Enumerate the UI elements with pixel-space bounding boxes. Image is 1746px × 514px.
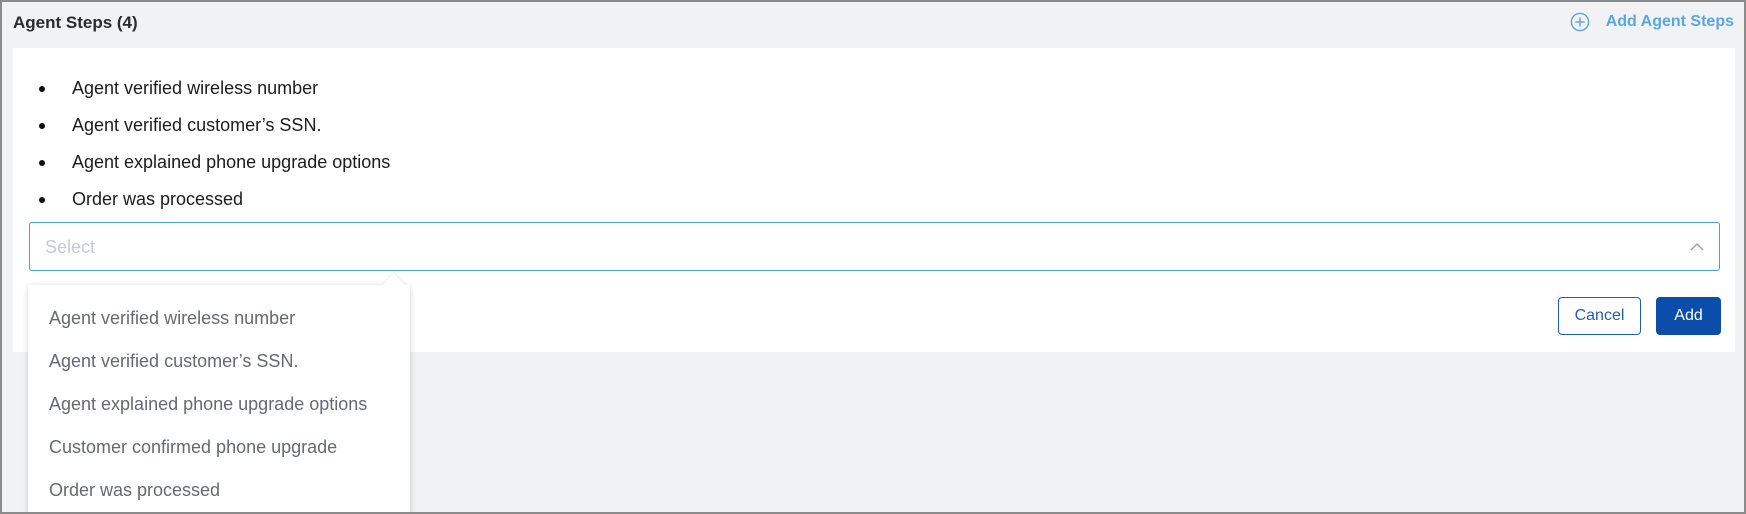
bullet-icon <box>39 196 45 203</box>
step-select[interactable]: Select <box>29 222 1720 271</box>
list-item: Agent explained phone upgrade options <box>37 144 390 181</box>
add-agent-steps-button[interactable]: Add Agent Steps <box>1570 12 1734 32</box>
step-label: Agent explained phone upgrade options <box>72 152 391 172</box>
step-label: Order was processed <box>72 189 244 209</box>
agent-steps-card: Agent Steps (4) Add Agent Steps Agent ve… <box>0 0 1746 514</box>
select-dropdown-menu: Agent verified wireless number Agent ver… <box>28 273 410 512</box>
select-placeholder: Select <box>45 237 96 257</box>
chevron-up-icon[interactable] <box>1687 237 1707 257</box>
dropdown-option[interactable]: Agent verified customer’s SSN. <box>28 340 410 383</box>
bullet-icon <box>39 122 45 129</box>
dropdown-option[interactable]: Agent explained phone upgrade options <box>28 383 410 426</box>
dropdown-option[interactable]: Customer confirmed phone upgrade <box>28 426 410 469</box>
bullet-icon <box>39 85 45 92</box>
steps-list: Agent verified wireless number Agent ver… <box>37 70 390 218</box>
add-button[interactable]: Add <box>1656 297 1721 335</box>
section-title: Agent Steps (4) <box>13 13 138 32</box>
step-label: Agent verified wireless number <box>72 78 319 98</box>
list-item: Agent verified customer’s SSN. <box>37 107 390 144</box>
list-item: Order was processed <box>37 181 390 218</box>
step-label: Agent verified customer’s SSN. <box>72 115 322 135</box>
list-item: Agent verified wireless number <box>37 70 390 107</box>
add-agent-steps-label: Add Agent Steps <box>1605 13 1734 30</box>
cancel-button[interactable]: Cancel <box>1558 297 1641 335</box>
plus-circle-icon <box>1570 12 1590 32</box>
bullet-icon <box>39 159 45 166</box>
dropdown-option[interactable]: Order was processed <box>28 469 410 512</box>
dropdown-options: Agent verified wireless number Agent ver… <box>28 285 410 512</box>
card-header: Agent Steps (4) Add Agent Steps <box>2 2 1744 46</box>
dropdown-option[interactable]: Agent verified wireless number <box>28 297 410 340</box>
